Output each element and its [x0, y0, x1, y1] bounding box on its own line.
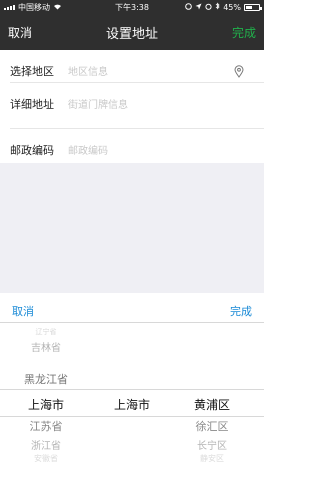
region-label: 选择地区 [10, 65, 54, 78]
address-row[interactable]: 详细地址 街道门牌信息 [0, 83, 264, 129]
nav-bar: 取消 设置地址 完成 [0, 14, 264, 50]
picker-done-button[interactable]: 完成 [230, 303, 252, 319]
postcode-input[interactable]: 邮政编码 [68, 142, 108, 157]
bluetooth-icon [215, 2, 220, 12]
status-right: 45% [185, 2, 262, 12]
province-wheel[interactable]: 辽宁省 吉林省 黑龙江省 上海市 江苏省 浙江省 安徽省 [2, 327, 90, 487]
address-input[interactable]: 街道门牌信息 [68, 96, 128, 111]
city-wheel[interactable]: 上海市 [88, 327, 176, 487]
battery-icon [244, 3, 262, 11]
picker-cancel-button[interactable]: 取消 [12, 303, 34, 319]
wheel-item-selected[interactable]: 黄浦区 [168, 396, 256, 413]
picker-toolbar: 取消 完成 [0, 293, 264, 323]
nav-done-button[interactable]: 完成 [232, 24, 256, 41]
postcode-label: 邮政编码 [10, 144, 54, 157]
location-icon [195, 3, 202, 12]
wheel-item[interactable]: 徐汇区 [168, 418, 256, 434]
picker-backdrop[interactable] [0, 163, 264, 293]
picker-toolbar-divider [0, 322, 264, 323]
region-input[interactable]: 地区信息 [68, 63, 108, 78]
district-wheel[interactable]: 黄浦区 徐汇区 长宁区 静安区 [168, 327, 256, 487]
wheel-item[interactable]: 安徽省 [2, 453, 90, 464]
region-row[interactable]: 选择地区 地区信息 [0, 50, 264, 83]
battery-percent: 45% [223, 2, 241, 12]
postcode-row[interactable]: 邮政编码 邮政编码 [0, 129, 264, 162]
wheel-item-selected[interactable]: 上海市 [88, 396, 176, 413]
wheel-item[interactable]: 浙江省 [2, 437, 90, 452]
orientation-lock-icon [185, 2, 193, 12]
wheel-item[interactable]: 静安区 [168, 453, 256, 464]
wheel-item[interactable]: 辽宁省 [2, 327, 90, 337]
page-title: 设置地址 [105, 27, 158, 42]
region-picker: 取消 完成 辽宁省 吉林省 黑龙江省 上海市 江苏省 浙江省 安徽省 上海市 黄… [0, 293, 264, 490]
address-label: 详细地址 [10, 98, 54, 111]
wheel-item-selected[interactable]: 上海市 [2, 396, 90, 413]
wheel-item[interactable]: 长宁区 [168, 437, 256, 452]
wheel-item[interactable]: 黑龙江省 [2, 371, 90, 387]
location-pin-icon[interactable] [234, 63, 244, 82]
address-form: 选择地区 地区信息 详细地址 街道门牌信息 邮政编码 邮政编码 [0, 50, 264, 162]
alarm-icon [205, 3, 212, 12]
wheel-item[interactable]: 江苏省 [2, 418, 90, 434]
wheel-item[interactable]: 吉林省 [2, 339, 90, 354]
status-bar: 中国移动 下午3:38 45% [0, 0, 264, 14]
